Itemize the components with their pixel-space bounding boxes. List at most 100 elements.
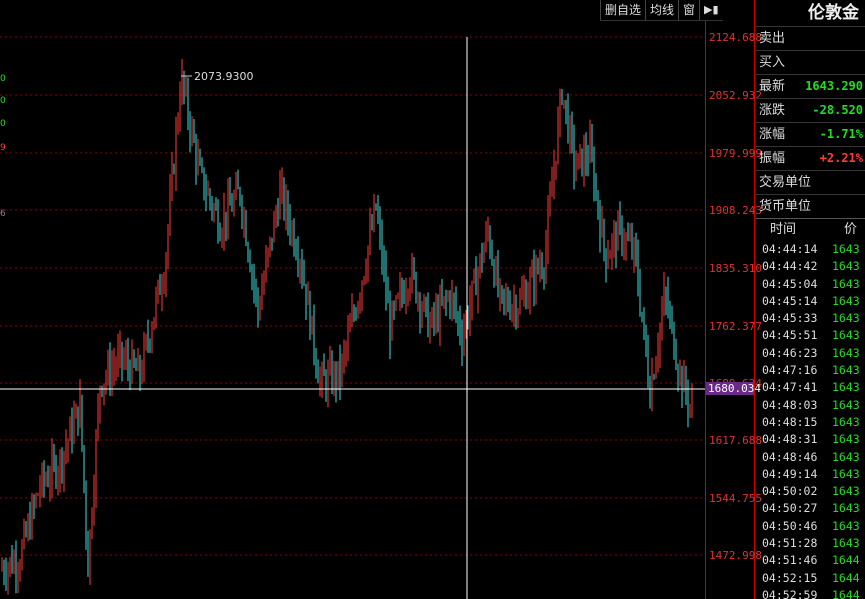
price-axis: 2124.688 2052.932 1979.999 1908.243 1835… <box>705 0 762 599</box>
axis-tick: 1835.310 <box>709 262 762 275</box>
left-mark: 0 <box>0 96 6 106</box>
sell-row: 卖出 <box>756 26 865 50</box>
trade-time: 04:51:28 <box>762 536 818 551</box>
left-mark: 0 <box>0 119 6 129</box>
latest-label: 最新 <box>759 79 786 94</box>
quote-panel: 伦敦金 卖出 买入 最新 1643.290 涨跌 -28.520 涨幅 -1.71% … <box>756 0 865 599</box>
trade-time: 04:50:02 <box>762 484 818 499</box>
trades-header: 时间 价 <box>756 218 865 241</box>
crosshair-price-tag: 1680.034 <box>706 382 761 395</box>
exit-icon[interactable]: ▶▮ <box>699 0 723 20</box>
trade-row: 04:45:33 1643 <box>756 310 865 327</box>
remove-favorite-button[interactable]: 删自选 <box>600 0 645 20</box>
trade-time: 04:51:46 <box>762 553 818 568</box>
trade-row: 04:45:51 1643 <box>756 327 865 344</box>
axis-tick: 1472.998 <box>709 549 762 562</box>
trade-time: 04:48:03 <box>762 397 818 412</box>
axis-tick: 2124.688 <box>709 31 762 44</box>
trade-price: 1643 <box>832 259 860 274</box>
trade-time: 04:47:16 <box>762 363 818 378</box>
trade-price: 1643 <box>832 328 860 343</box>
trade-time: 04:50:27 <box>762 501 818 516</box>
left-mark: 6 <box>0 209 6 219</box>
trade-price: 1643 <box>832 242 860 256</box>
axis-tick: 2052.932 <box>709 89 762 102</box>
trade-time: 04:44:42 <box>762 259 818 274</box>
trade-price: 1643 <box>832 380 860 395</box>
trade-price: 1643 <box>832 276 860 291</box>
trade-row: 04:48:31 1643 <box>756 431 865 448</box>
axis-tick: 1544.755 <box>709 492 762 505</box>
amp-value: +2.21% <box>819 151 863 165</box>
trade-row: 04:50:46 1643 <box>756 518 865 535</box>
trade-row: 04:49:14 1643 <box>756 466 865 483</box>
trade-time: 04:45:04 <box>762 276 818 291</box>
trade-price: 1643 <box>832 466 860 481</box>
trade-row: 04:44:14 1643 <box>756 241 865 258</box>
amp-label: 振幅 <box>759 151 786 166</box>
axis-tick: 1617.688 <box>709 434 762 447</box>
trade-price: 1643 <box>832 311 860 326</box>
trades-list[interactable]: 04:44:14 1643 04:44:42 1643 04:45:04 1643 04:4… <box>756 241 865 599</box>
trade-price: 1643 <box>832 397 860 412</box>
candles <box>1 59 693 595</box>
trade-row: 04:50:27 1643 <box>756 500 865 517</box>
trade-time: 04:49:14 <box>762 466 818 481</box>
time-header: 时间 <box>770 222 797 237</box>
trade-price: 1643 <box>832 484 860 499</box>
trade-price: 1643 <box>832 432 860 447</box>
chart-toolbar: 删自选 均线 窗 ▶▮ <box>600 0 723 21</box>
trade-price: 1643 <box>832 345 860 360</box>
buy-label: 买入 <box>759 55 786 70</box>
axis-tick: 1979.999 <box>709 147 762 160</box>
instrument-title: 伦敦金 <box>808 3 859 23</box>
trade-time: 04:48:15 <box>762 414 818 429</box>
trade-price: 1643 <box>832 501 860 516</box>
trade-row: 04:52:15 1644 <box>756 570 865 587</box>
trade-price: 1644 <box>832 570 860 585</box>
trade-time: 04:52:15 <box>762 570 818 585</box>
trade-row: 04:48:15 1643 <box>756 414 865 431</box>
currency-unit-label: 货币单位 <box>759 199 812 214</box>
trade-row: 04:52:59 1644 <box>756 587 865 599</box>
trade-unit-row: 交易单位 <box>756 170 865 194</box>
currency-unit-row: 货币单位 <box>756 194 865 218</box>
trade-row: 04:45:14 1643 <box>756 293 865 310</box>
trade-price: 1644 <box>832 553 860 568</box>
trade-row: 04:47:16 1643 <box>756 362 865 379</box>
trade-row: 04:48:03 1643 <box>756 397 865 414</box>
latest-value: 1643.290 <box>805 79 863 93</box>
moving-average-button[interactable]: 均线 <box>645 0 678 20</box>
left-mark: 0 <box>0 74 6 84</box>
axis-tick: 1908.243 <box>709 204 762 217</box>
trade-time: 04:48:31 <box>762 432 818 447</box>
candlestick-chart[interactable]: 2073.9300 <box>0 0 705 599</box>
trade-price: 1643 <box>832 414 860 429</box>
buy-row: 买入 <box>756 50 865 74</box>
left-mark: 9 <box>0 143 6 153</box>
trade-time: 04:45:33 <box>762 311 818 326</box>
price-header: 价 <box>844 222 858 237</box>
trade-time: 04:45:51 <box>762 328 818 343</box>
trade-price: 1643 <box>832 363 860 378</box>
trade-time: 04:45:14 <box>762 293 818 308</box>
trade-price: 1643 <box>832 536 860 551</box>
change-label: 涨跌 <box>759 103 786 118</box>
change-row: 涨跌 -28.520 <box>756 98 865 122</box>
window-button[interactable]: 窗 <box>678 0 699 20</box>
trade-row: 04:51:28 1643 <box>756 535 865 552</box>
trade-price: 1643 <box>832 293 860 308</box>
latest-row: 最新 1643.290 <box>756 74 865 98</box>
max-annotation-label: 2073.9300 <box>194 70 254 83</box>
pct-label: 涨幅 <box>759 127 786 142</box>
pct-row: 涨幅 -1.71% <box>756 122 865 146</box>
trade-time: 04:44:14 <box>762 242 818 256</box>
trade-price: 1644 <box>832 587 860 599</box>
trade-unit-label: 交易单位 <box>759 175 812 190</box>
trade-row: 04:47:41 1643 <box>756 379 865 396</box>
trade-row: 04:48:46 1643 <box>756 449 865 466</box>
trade-row: 04:51:46 1644 <box>756 552 865 569</box>
trade-row: 04:46:23 1643 <box>756 345 865 362</box>
trade-time: 04:46:23 <box>762 345 818 360</box>
trade-time: 04:47:41 <box>762 380 818 395</box>
